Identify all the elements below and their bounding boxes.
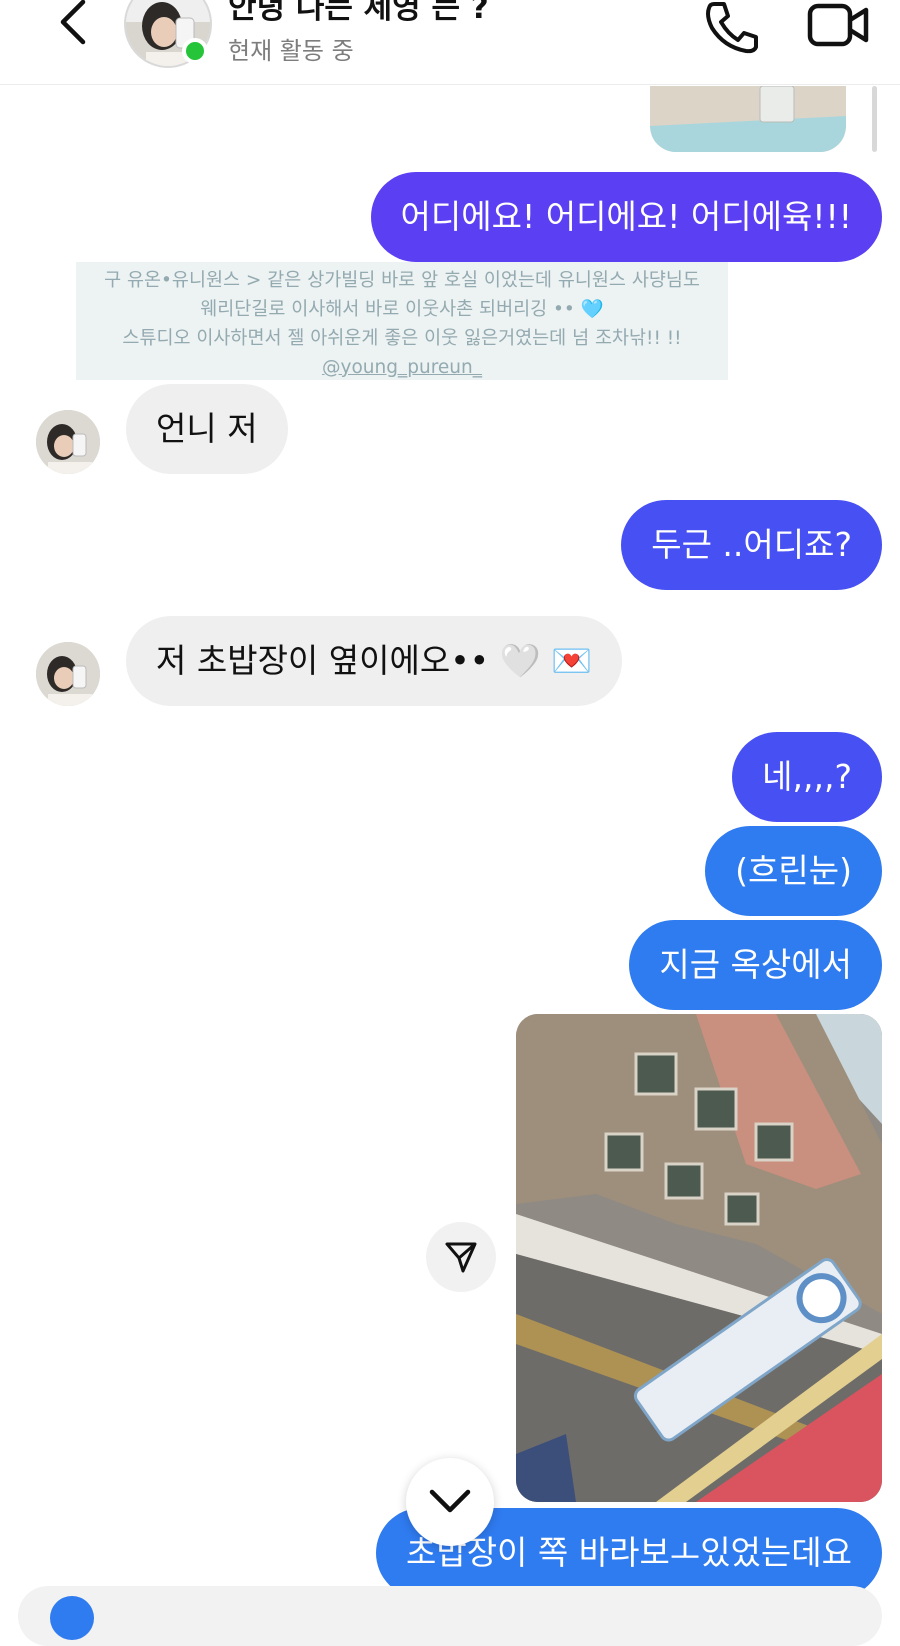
back-button[interactable] [48, 0, 96, 48]
sent-message[interactable]: (흐린눈) [705, 826, 882, 916]
sent-message[interactable]: 두근 ..어디죠? [621, 500, 882, 590]
message-text: 언니 저 [156, 409, 258, 448]
sent-message[interactable]: 네,,,,? [732, 732, 882, 822]
contact-name[interactable]: 안녕 나는 세영 는 ? [228, 0, 489, 27]
video-camera-icon [807, 3, 869, 47]
chat-header: 안녕 나는 세영 는 ? 현재 활동 중 [0, 0, 900, 85]
online-status-dot [182, 38, 208, 64]
message-composer[interactable] [18, 1586, 882, 1646]
message-text: (흐린눈) [735, 851, 852, 890]
caption-line: 스튜디오 이사하면서 젤 아쉬운게 좋은 이웃 잃은거였는데 넘 조차낚!! !… [122, 328, 682, 349]
message-text: 어디에요! 어디에요! 어디에육!!! [400, 197, 852, 236]
activity-status: 현재 활동 중 [228, 37, 354, 65]
video-call-button[interactable] [806, 0, 870, 54]
message-text: 두근 ..어디죠? [651, 525, 852, 564]
caption-handle-link[interactable]: @young_pureun_ [76, 353, 728, 382]
message-text: 지금 옥상에서 [659, 945, 852, 984]
photo-icon [650, 86, 846, 152]
phone-icon [706, 2, 758, 54]
message-text: 저 초밥장이 옆이에오•• 🤍 💌 [156, 641, 593, 680]
share-button[interactable] [426, 1222, 496, 1292]
paper-plane-icon [445, 1242, 477, 1273]
sent-message[interactable]: 지금 옥상에서 [629, 920, 882, 1010]
message-text: 네,,,,? [762, 757, 852, 796]
received-message[interactable]: 언니 저 [126, 384, 288, 474]
caption-line: 웨리단길로 이사해서 바로 이웃사촌 되버리깅 •• 🩵 [200, 299, 604, 320]
previous-media-message[interactable] [650, 86, 846, 152]
avatar-photo-icon [36, 642, 100, 706]
scrollbar[interactable] [872, 86, 877, 152]
sent-photo-message[interactable] [516, 1014, 882, 1502]
shared-post-caption[interactable]: 구 유온•유니원스 > 같은 상가빌딩 바로 앞 호실 이었는데 유니원스 사댱… [76, 262, 728, 380]
camera-icon[interactable] [50, 1596, 94, 1640]
chevron-left-icon [60, 0, 86, 45]
received-message[interactable]: 저 초밥장이 옆이에오•• 🤍 💌 [126, 616, 623, 706]
caption-line: 구 유온•유니원스 > 같은 상가빌딩 바로 앞 호실 이었는데 유니원스 사댱… [104, 270, 700, 291]
photo-street-icon [516, 1014, 882, 1502]
sent-message[interactable]: 어디에요! 어디에요! 어디에육!!! [370, 172, 882, 262]
sender-avatar[interactable] [36, 642, 100, 706]
scroll-to-bottom-button[interactable] [406, 1458, 494, 1546]
avatar-photo-icon [36, 410, 100, 474]
voice-call-button[interactable] [700, 0, 760, 54]
sender-avatar[interactable] [36, 410, 100, 474]
chevron-down-icon [429, 1489, 471, 1513]
